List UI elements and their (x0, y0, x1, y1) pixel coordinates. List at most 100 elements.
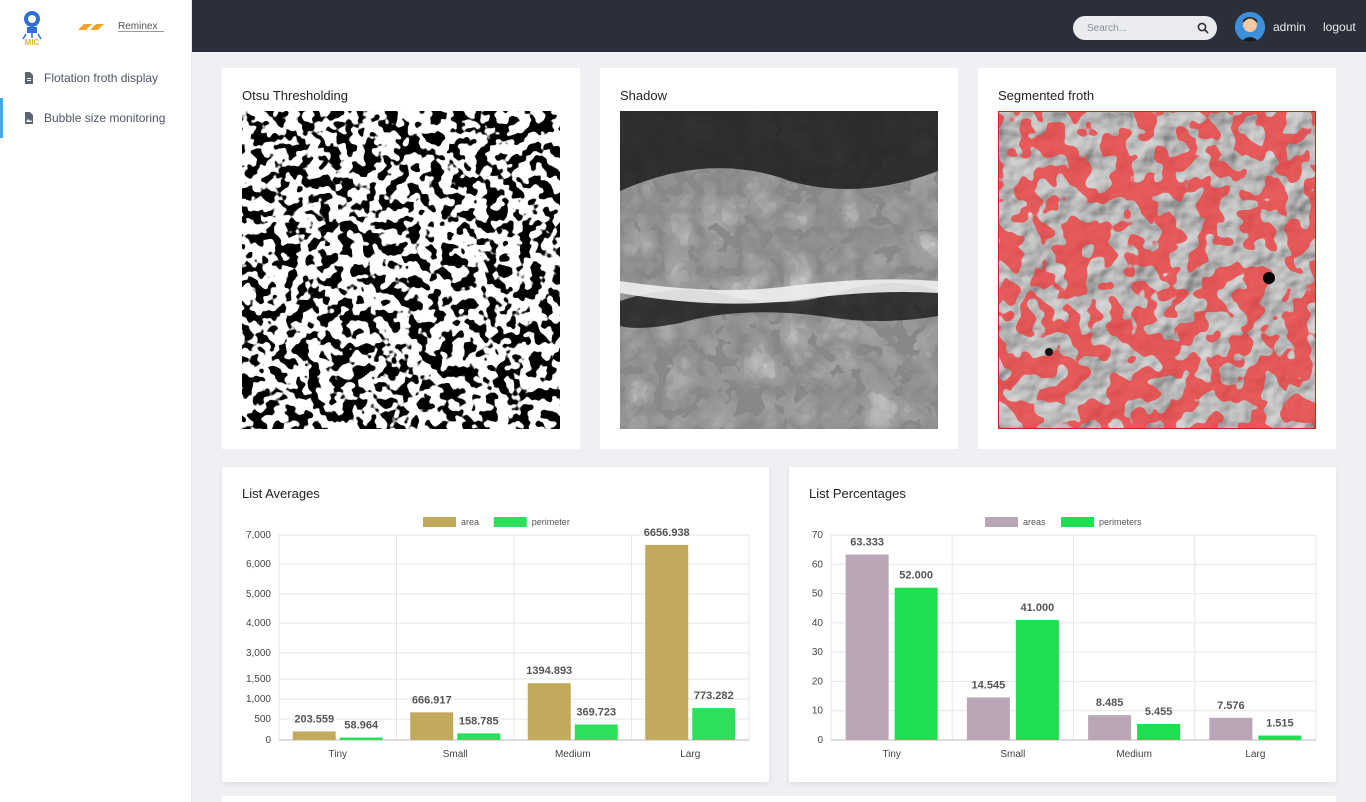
y-tick-label: 4,000 (246, 618, 271, 629)
bar-perimeters (894, 587, 938, 740)
svg-text:Reminex: Reminex (118, 21, 157, 32)
segmented-card: Segmented froth (978, 68, 1336, 449)
chart-title: List Percentages (809, 486, 906, 501)
data-label: 158.785 (459, 715, 499, 727)
mic-logo: MIC (22, 11, 42, 46)
legend-swatch (1061, 517, 1094, 527)
y-tick-label: 30 (812, 647, 824, 658)
logout-link[interactable]: logout (1323, 20, 1356, 34)
y-tick-label: 6,000 (246, 559, 271, 570)
data-label: 5.455 (1145, 706, 1173, 718)
y-tick-label: 10 (812, 706, 824, 717)
chart-title: List Averages (242, 486, 320, 501)
y-tick-label: 500 (254, 714, 271, 725)
search-input[interactable] (1087, 22, 1187, 34)
y-tick-label: 3,000 (246, 648, 271, 659)
bar-area (527, 683, 571, 740)
x-tick-label: Tiny (328, 749, 347, 760)
legend-swatch (423, 517, 456, 527)
search-box[interactable] (1073, 16, 1217, 40)
bar-areas (1209, 717, 1253, 740)
otsu-image-graphic (242, 111, 560, 429)
svg-text:MIC: MIC (25, 38, 40, 46)
data-label: 63.333 (850, 537, 884, 549)
y-tick-label: 0 (817, 735, 823, 746)
user-name[interactable]: admin (1273, 20, 1306, 34)
y-tick-label: 70 (812, 530, 824, 541)
legend-label: perimeter (532, 517, 570, 527)
y-tick-label: 5,000 (246, 589, 271, 600)
x-tick-label: Medium (555, 749, 591, 760)
logo-area: MIC Reminex (0, 0, 191, 52)
shadow-image-graphic (620, 111, 938, 429)
sidebar: MIC Reminex Flotation froth display Bubb… (0, 0, 192, 802)
data-label: 369.723 (576, 706, 616, 718)
x-tick-label: Larg (1245, 749, 1265, 760)
data-label: 1.515 (1266, 718, 1294, 730)
bar-area (645, 544, 689, 740)
segmented-image (998, 111, 1316, 429)
y-tick-label: 1,000 (246, 694, 271, 705)
data-label: 1394.893 (526, 665, 572, 677)
data-label: 14.545 (972, 679, 1006, 691)
bar-area (292, 731, 336, 740)
search-icon[interactable] (1197, 22, 1209, 34)
bar-areas (845, 554, 889, 740)
bar-perimeter (339, 737, 383, 740)
data-label: 58.964 (344, 720, 379, 732)
bar-perimeters (1137, 724, 1181, 740)
legend-swatch (985, 517, 1018, 527)
x-tick-label: Larg (680, 749, 700, 760)
document-icon (25, 72, 33, 84)
bar-areas (966, 697, 1010, 740)
y-tick-label: 60 (812, 559, 824, 570)
card-title: Otsu Thresholding (242, 88, 348, 103)
card-title: Shadow (620, 88, 667, 103)
data-label: 41.000 (1021, 602, 1055, 614)
next-card-edge (222, 796, 1336, 802)
data-label: 6656.938 (644, 527, 690, 539)
bar-perimeter (574, 724, 618, 740)
legend-label: perimeters (1099, 517, 1142, 527)
sidebar-item-bubble-size-monitoring[interactable]: Bubble size monitoring (0, 98, 191, 138)
y-tick-label: 40 (812, 618, 824, 629)
x-tick-label: Medium (1116, 749, 1152, 760)
bar-areas (1088, 715, 1132, 740)
topbar: admin logout (192, 0, 1366, 52)
y-tick-label: 0 (265, 735, 271, 746)
shadow-image (620, 111, 938, 429)
y-tick-label: 1,500 (246, 674, 271, 685)
x-tick-label: Small (1000, 749, 1025, 760)
legend-label: areas (1023, 517, 1046, 527)
bar-perimeter (457, 733, 501, 740)
legend-swatch (493, 517, 527, 527)
data-label: 7.576 (1217, 700, 1245, 712)
data-label: 666.917 (412, 694, 452, 706)
y-tick-label: 7,000 (246, 530, 271, 541)
data-label: 8.485 (1096, 697, 1124, 709)
list-percentages-chart: areas perimeters 70 60 50 40 30 20 10 0 Tiny 63.333… (812, 517, 1317, 760)
sidebar-item-flotation-froth-display[interactable]: Flotation froth display (0, 58, 191, 98)
data-label: 773.282 (694, 690, 734, 702)
y-tick-label: 50 (812, 589, 824, 600)
bar-perimeters (1258, 735, 1302, 740)
chart-legend: area perimeter (423, 517, 570, 527)
otsu-image (242, 111, 560, 429)
avatar[interactable] (1235, 12, 1265, 42)
bar-perimeter (692, 708, 736, 740)
shadow-card: Shadow (600, 68, 958, 449)
card-title: Segmented froth (998, 88, 1095, 103)
list-averages-chart: area perimeter 7,000 6,000 5,000 4,000 3,000 1,… (246, 517, 750, 760)
y-tick-label: 20 (812, 676, 824, 687)
sidebar-nav: Flotation froth display Bubble size moni… (0, 58, 191, 138)
x-tick-label: Small (443, 749, 468, 760)
list-percentages-card: List Percentages areas perimeters 70 60 50 40… (789, 467, 1336, 782)
x-tick-label: Tiny (882, 749, 901, 760)
reminex-logo: Reminex (78, 21, 164, 32)
legend-label: area (461, 517, 479, 527)
sidebar-item-label: Flotation froth display (44, 71, 159, 85)
data-label: 203.559 (294, 713, 334, 725)
data-label: 52.000 (899, 570, 933, 582)
sidebar-item-label: Bubble size monitoring (44, 111, 166, 125)
bar-perimeters (1015, 619, 1059, 740)
